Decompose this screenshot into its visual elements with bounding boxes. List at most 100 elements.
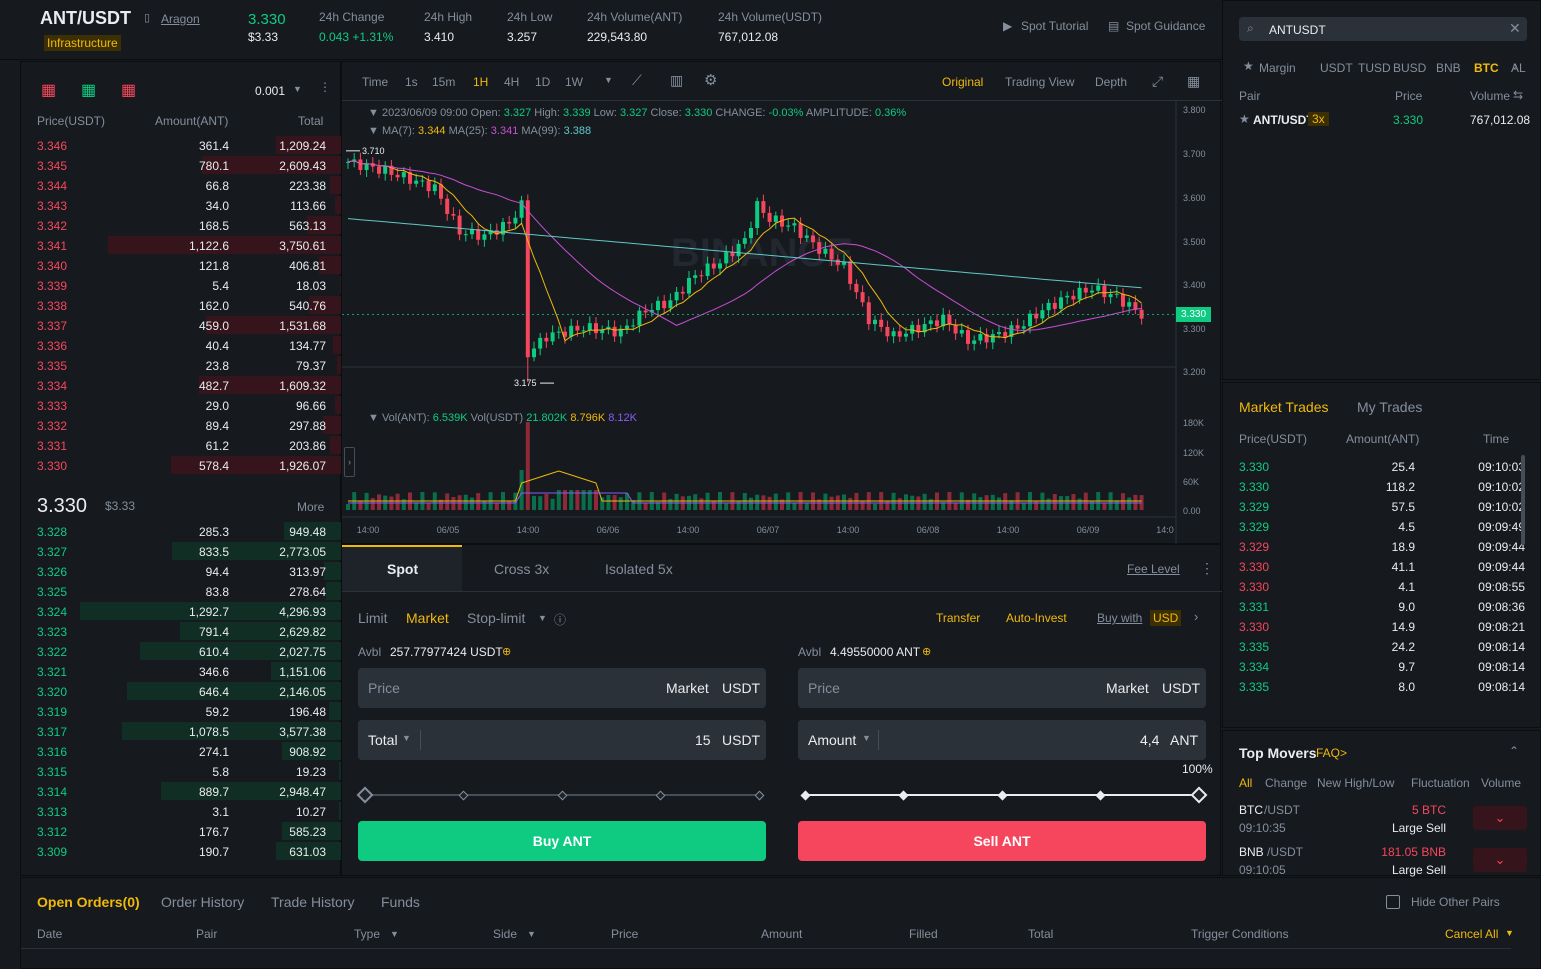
sell-amount-input[interactable]: Amount ▼ 4,4 ANT — [798, 720, 1206, 760]
order-type-stop-limit[interactable]: Stop-limit — [467, 610, 525, 626]
bid-row[interactable]: 3.321 346.6 1,151.06 — [21, 661, 342, 681]
market-tab-btc[interactable]: BTC — [1474, 61, 1499, 75]
ask-row[interactable]: 3.333 29.0 96.66 — [21, 395, 342, 415]
add-funds-icon[interactable]: ⊕ — [922, 645, 931, 658]
ask-row[interactable]: 3.341 1,122.6 3,750.61 — [21, 235, 342, 255]
ask-row[interactable]: 3.339 5.4 18.03 — [21, 275, 342, 295]
order-type-limit[interactable]: Limit — [358, 610, 388, 626]
project-link[interactable]: Aragon — [161, 12, 200, 26]
tab-market-trades[interactable]: Market Trades — [1239, 399, 1328, 415]
spot-tutorial-link[interactable]: Spot Tutorial — [1021, 19, 1088, 33]
collapse-toggle[interactable]: › — [344, 447, 355, 477]
orders-col[interactable]: Side — [493, 927, 517, 941]
auto-invest-link[interactable]: Auto-Invest — [1006, 611, 1067, 625]
bid-row[interactable]: 3.313 3.1 10.27 — [21, 801, 342, 821]
slider-step[interactable] — [356, 786, 374, 804]
bid-row[interactable]: 3.309 190.7 631.03 — [21, 841, 342, 861]
more-icon[interactable]: ⋮ — [1200, 560, 1214, 577]
more-link[interactable]: More — [297, 500, 324, 514]
bid-row[interactable]: 3.314 889.7 2,948.47 — [21, 781, 342, 801]
mover-item[interactable]: BTC/USDT 09:10:35 5 BTC Large Sell ⌄ — [1223, 803, 1541, 839]
slider-step[interactable] — [997, 790, 1007, 800]
indicator-icon[interactable]: ⟋ — [632, 72, 642, 89]
both-view-icon[interactable]: ▦ — [41, 80, 56, 100]
sell-button[interactable]: Sell ANT — [798, 821, 1206, 861]
interval-time[interactable]: Time — [362, 75, 388, 89]
bids-view-icon[interactable]: ▦ — [81, 80, 96, 100]
tab-isolated[interactable]: Isolated 5x — [605, 561, 673, 577]
slider-step[interactable] — [898, 790, 909, 800]
ask-row[interactable]: 3.338 162.0 540.76 — [21, 295, 342, 315]
ask-row[interactable]: 3.334 482.7 1,609.32 — [21, 375, 342, 395]
movers-tab[interactable]: Volume — [1481, 776, 1521, 790]
precision-select[interactable]: 0.001 — [255, 84, 285, 98]
info-icon[interactable]: ▯ — [144, 11, 150, 24]
movers-tab[interactable]: All — [1239, 776, 1252, 790]
market-tab-margin[interactable]: Margin — [1259, 61, 1296, 75]
category-tag[interactable]: Infrastructure — [44, 35, 121, 51]
bid-row[interactable]: 3.326 94.4 313.97 — [21, 561, 342, 581]
candlestick-chart[interactable]: 3.800 3.700 3.600 3.500 3.400 3.300 3.200 180K 1… — [342, 101, 1222, 545]
ask-row[interactable]: 3.337 459.0 1,531.68 — [21, 315, 342, 335]
market-tab-bnb[interactable]: BNB — [1436, 61, 1461, 75]
slider-step[interactable] — [458, 790, 469, 800]
bid-row[interactable]: 3.328 285.3 949.48 — [21, 521, 342, 541]
ask-row[interactable]: 3.342 168.5 563.13 — [21, 215, 342, 235]
hide-pairs-checkbox[interactable] — [1386, 895, 1400, 909]
buy-total-input[interactable]: Total ▼ 15 USDT — [358, 720, 766, 760]
bid-row[interactable]: 3.327 833.5 2,773.05 — [21, 541, 342, 561]
ask-row[interactable]: 3.336 40.4 134.77 — [21, 335, 342, 355]
ask-row[interactable]: 3.335 23.8 79.37 — [21, 355, 342, 375]
spot-guidance-link[interactable]: Spot Guidance — [1126, 19, 1205, 33]
grid-icon[interactable]: ▦ — [1187, 73, 1200, 90]
bid-row[interactable]: 3.324 1,292.7 4,296.93 — [21, 601, 342, 621]
ask-row[interactable]: 3.340 121.8 406.81 — [21, 255, 342, 275]
view-trading-view[interactable]: Trading View — [1005, 75, 1074, 89]
bid-row[interactable]: 3.319 59.2 196.48 — [21, 701, 342, 721]
bid-row[interactable]: 3.325 83.8 278.64 — [21, 581, 342, 601]
ask-row[interactable]: 3.331 61.2 203.86 — [21, 435, 342, 455]
ask-row[interactable]: 3.330 578.4 1,926.07 — [21, 455, 342, 475]
market-tab-busd[interactable]: BUSD — [1393, 61, 1426, 75]
bid-row[interactable]: 3.323 791.4 2,629.82 — [21, 621, 342, 641]
order-type-market[interactable]: Market — [406, 610, 449, 626]
slider-step[interactable] — [754, 790, 764, 800]
info-icon[interactable]: ⓘ — [554, 611, 566, 628]
interval-15m[interactable]: 15m — [432, 75, 455, 89]
orders-tab[interactable]: Open Orders(0) — [37, 894, 140, 910]
movers-tab[interactable]: New High/Low — [1317, 776, 1394, 790]
view-depth[interactable]: Depth — [1095, 75, 1127, 89]
orders-tab[interactable]: Trade History — [271, 894, 355, 910]
bid-row[interactable]: 3.322 610.4 2,027.75 — [21, 641, 342, 661]
ask-row[interactable]: 3.345 780.1 2,609.43 — [21, 155, 342, 175]
chevron-right-icon[interactable]: › — [1513, 58, 1517, 73]
col-volume[interactable]: Volume — [1470, 89, 1510, 103]
market-tab-tusd[interactable]: TUSD — [1358, 61, 1391, 75]
interval-1d[interactable]: 1D — [535, 75, 550, 89]
market-tab-usdt[interactable]: USDT — [1320, 61, 1353, 75]
slider-step[interactable] — [1190, 786, 1208, 804]
tab-my-trades[interactable]: My Trades — [1357, 399, 1422, 415]
buy-button[interactable]: Buy ANT — [358, 821, 766, 861]
ask-row[interactable]: 3.343 34.0 113.66 — [21, 195, 342, 215]
cancel-all-button[interactable]: Cancel All — [1445, 927, 1498, 941]
chevron-right-icon[interactable]: › — [1194, 609, 1198, 624]
tab-spot[interactable]: Spot — [387, 561, 418, 577]
faq-link[interactable]: FAQ> — [1316, 746, 1347, 760]
interval-1h[interactable]: 1H — [473, 75, 488, 89]
sell-price-input[interactable]: Price Market USDT — [798, 668, 1206, 708]
orders-col[interactable]: Type — [354, 927, 380, 941]
star-icon[interactable]: ★ — [1243, 59, 1254, 73]
collapse-icon[interactable]: ⌃ — [1509, 744, 1519, 758]
slider-step[interactable] — [557, 790, 567, 800]
view-original[interactable]: Original — [942, 75, 983, 89]
close-icon[interactable]: ✕ — [1509, 20, 1521, 37]
bid-row[interactable]: 3.317 1,078.5 3,577.38 — [21, 721, 342, 741]
market-row[interactable]: ★ ANT/USDT 3x 3.330 767,012.08 — [1223, 109, 1541, 129]
movers-tab[interactable]: Change — [1265, 776, 1307, 790]
interval-1w[interactable]: 1W — [565, 75, 583, 89]
slider-step[interactable] — [655, 790, 666, 800]
more-icon[interactable]: ⋮ — [319, 80, 331, 94]
mover-item[interactable]: BNB/USDT 09:10:05 181.05 BNB Large Sell … — [1223, 845, 1541, 881]
bid-row[interactable]: 3.315 5.8 19.23 — [21, 761, 342, 781]
